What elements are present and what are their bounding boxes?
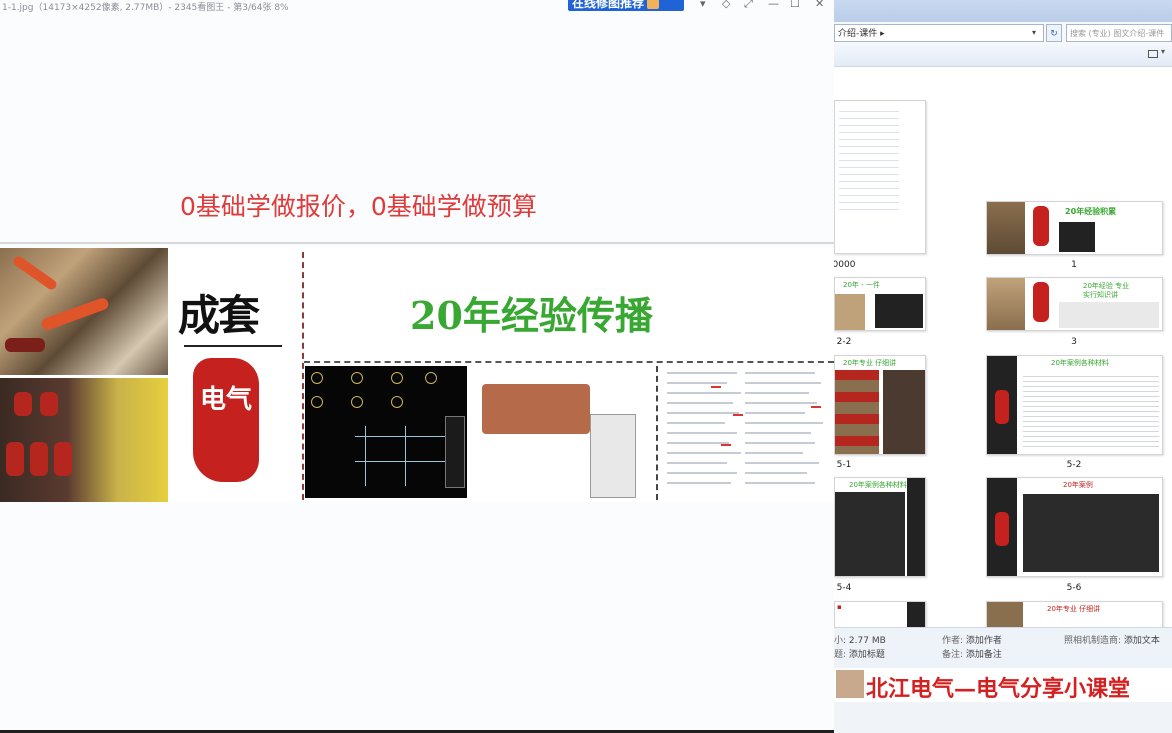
address-dropdown-icon[interactable]: ▾ bbox=[1032, 24, 1036, 42]
author-value[interactable]: 添加作者 bbox=[966, 636, 1002, 646]
fullscreen-icon[interactable]: ⤢ bbox=[744, 0, 753, 11]
details-pane: 小: 2.77 MB 题: 添加标题 作者: 添加作者 备注: 添加备注 照相机… bbox=[834, 627, 1172, 668]
title-value[interactable]: 添加标题 bbox=[849, 650, 885, 660]
skin-icon[interactable]: ◇ bbox=[722, 0, 730, 10]
file-name-label: 5-4 bbox=[836, 583, 852, 593]
file-thumbnail[interactable]: 20年专业 仔细讲 bbox=[834, 355, 926, 455]
file-thumbnail[interactable]: 20年经验积累 bbox=[986, 201, 1163, 255]
search-input[interactable]: 搜索 (专业) 图文介绍-课件 bbox=[1066, 24, 1172, 42]
banner-image bbox=[836, 670, 864, 698]
file-thumbnail[interactable] bbox=[834, 100, 926, 254]
camera-key: 照相机制造商: bbox=[1064, 636, 1122, 646]
file-thumbnail[interactable]: 20年案例各种材料 bbox=[986, 355, 1163, 455]
3d-switchgear-render bbox=[472, 366, 652, 498]
explorer-titlebar bbox=[834, 0, 1172, 22]
seal-text: 电气 bbox=[199, 385, 252, 415]
image-viewer-window: 1-1.jpg（14173×4252像素, 2.77MB）- 2345看图王 -… bbox=[0, 0, 834, 733]
note-value[interactable]: 添加备注 bbox=[966, 650, 1002, 660]
file-thumbnail[interactable]: 20年经验 专业 实行知识讲 bbox=[986, 277, 1163, 331]
online-edit-promo-button[interactable]: 在线修图推荐 bbox=[568, 0, 684, 11]
thumb-caption: 20年专业 仔细讲 bbox=[1047, 605, 1101, 613]
author-key: 作者: bbox=[942, 636, 964, 646]
file-thumbnail[interactable]: 20年案例 bbox=[986, 477, 1163, 577]
camera-value[interactable]: 添加文本 bbox=[1124, 636, 1160, 646]
explorer-footer bbox=[834, 702, 1172, 733]
file-thumbnail[interactable]: 20年专业 仔细讲 bbox=[986, 601, 1163, 627]
dashed-divider bbox=[304, 361, 834, 363]
view-options-icon[interactable] bbox=[1148, 50, 1158, 58]
file-thumbnail[interactable]: 20年案例各种材料 bbox=[834, 477, 926, 577]
file-name-label: 5-6 bbox=[1066, 583, 1082, 593]
experience-slogan: 20年经验传播 bbox=[410, 293, 653, 338]
thumb-caption: 20年案例 bbox=[1063, 481, 1093, 489]
title-key: 题: bbox=[834, 650, 847, 660]
dashed-divider bbox=[656, 366, 658, 500]
promo-icon bbox=[647, 0, 660, 9]
busbar-photo bbox=[0, 378, 168, 502]
file-explorer-window: 介绍-课件 ▸ ▾ ↻ 搜索 (专业) 图文介绍-课件 ▾ 0000 20年经验… bbox=[834, 0, 1172, 733]
divider bbox=[0, 242, 834, 244]
logo-rule bbox=[184, 345, 282, 347]
thumb-caption: 20年案例各种材料 bbox=[849, 481, 907, 489]
thumb-caption: 20年案例各种材料 bbox=[1051, 359, 1109, 367]
refresh-icon[interactable]: ↻ bbox=[1046, 24, 1062, 42]
explorer-toolbar bbox=[834, 44, 1172, 67]
brand-logo-text: 成套 bbox=[178, 291, 260, 340]
file-thumbnail[interactable]: 20年 - 一件 bbox=[834, 277, 926, 331]
switchgear-photo bbox=[0, 248, 168, 375]
channel-banner: 北江电气—电气分享小课堂 bbox=[834, 668, 1172, 702]
dashed-divider bbox=[302, 252, 304, 500]
file-name-label: 2-2 bbox=[836, 337, 852, 347]
thumb-caption: 实行知识讲 bbox=[1083, 291, 1118, 299]
window-title: 1-1.jpg（14173×4252像素, 2.77MB）- 2345看图王 -… bbox=[2, 3, 289, 13]
close-button[interactable]: ✕ bbox=[815, 0, 824, 10]
note-key: 备注: bbox=[942, 650, 964, 660]
file-name-label: 5-1 bbox=[836, 460, 852, 470]
cad-drawing-thumbnail bbox=[305, 366, 467, 498]
file-name-label: 3 bbox=[1071, 337, 1077, 347]
thumb-caption: 20年专业 仔细讲 bbox=[843, 359, 897, 367]
size-value: 2.77 MB bbox=[848, 636, 886, 646]
menu-dropdown-icon[interactable]: ▾ bbox=[700, 0, 706, 10]
file-name-label: 1 bbox=[1071, 260, 1077, 270]
minimize-button[interactable]: — bbox=[768, 0, 779, 10]
maximize-button[interactable]: ☐ bbox=[790, 0, 800, 10]
size-key: 小: bbox=[834, 636, 847, 646]
thumb-caption: 20年 - 一件 bbox=[843, 281, 880, 289]
file-name-label: 0000 bbox=[834, 260, 856, 270]
file-thumbnail-grid: 0000 20年经验积累 1 20年 - 一件 2-2 20年经验 专业 实行知… bbox=[834, 67, 1172, 627]
slide-heading: 0基础学做报价，0基础学做预算 bbox=[180, 192, 537, 221]
document-list-thumbnail bbox=[661, 366, 831, 498]
thumb-caption: 20年经验积累 bbox=[1065, 207, 1117, 216]
banner-text: 北江电气—电气分享小课堂 bbox=[866, 676, 1131, 702]
file-name-label: 5-2 bbox=[1066, 460, 1082, 470]
promo-label: 在线修图推荐 bbox=[572, 0, 645, 10]
address-bar[interactable]: 介绍-课件 ▸ bbox=[834, 24, 1044, 42]
file-thumbnail[interactable]: ▪ bbox=[834, 601, 926, 627]
view-dropdown-icon[interactable]: ▾ bbox=[1161, 47, 1165, 56]
